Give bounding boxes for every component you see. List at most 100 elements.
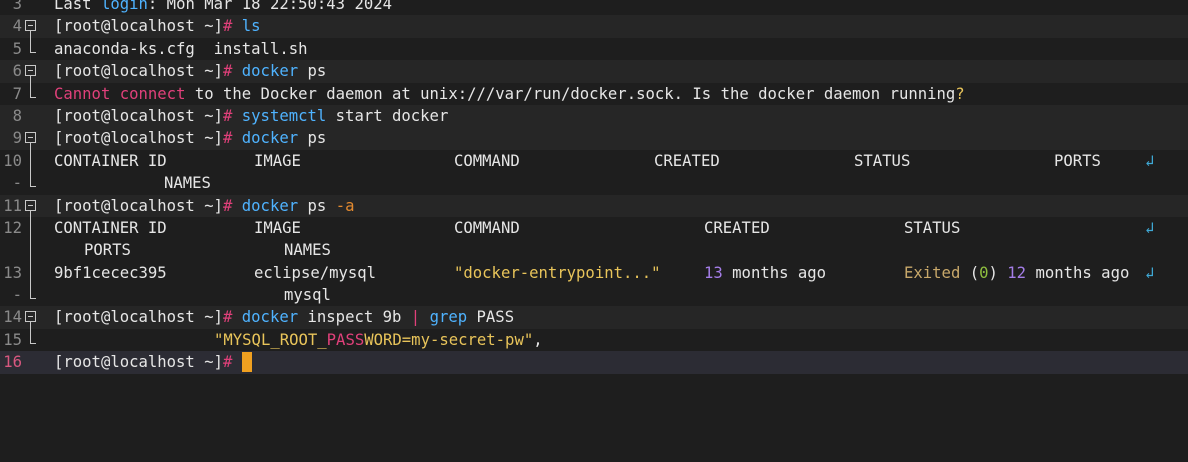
pipe: | <box>410 308 421 327</box>
prompt-line: [root@localhost ~]# systemctl start dock… <box>54 105 1188 127</box>
prompt: [root@localhost ~] <box>54 308 223 327</box>
column-header: NAMES <box>284 241 331 260</box>
text: , <box>533 330 543 349</box>
prompt-line: [root@localhost ~]# docker inspect 9b | … <box>54 306 1188 328</box>
match-highlight: PASS <box>326 330 365 349</box>
table-row-wrapped: - mysql <box>0 284 1188 306</box>
error-word: connect <box>119 84 186 103</box>
line-number: 4 <box>12 17 22 36</box>
text: months ago <box>1026 263 1130 282</box>
container-image: eclipse/mysql <box>254 263 377 282</box>
terminal-line-wrapped: - NAMES <box>0 172 1188 194</box>
terminal-line: 12 CONTAINER ID IMAGE COMMAND CREATED ST… <box>0 216 1188 240</box>
line-number: 3 <box>12 0 22 13</box>
column-header: IMAGE <box>254 218 301 237</box>
prompt: [root@localhost ~] <box>54 353 223 372</box>
container-id: 9bf1cecec395 <box>54 263 167 282</box>
wrap-arrow-icon: ↲ <box>1145 218 1155 237</box>
fold-end-icon <box>25 82 39 105</box>
string: "MYSQL_ROOT_ <box>214 330 327 349</box>
prompt-line: [root@localhost ~]# docker ps <box>54 60 1188 82</box>
fold-toggle-icon[interactable] <box>25 127 39 151</box>
column-header: IMAGE <box>254 151 301 170</box>
text: months ago <box>722 263 827 282</box>
table-row: 13 9bf1cecec395 eclipse/mysql "docker-en… <box>0 261 1188 285</box>
fold-line-icon <box>25 239 39 262</box>
line-number: 10 <box>3 151 22 170</box>
string: WORD=my-secret-pw" <box>364 330 534 349</box>
prompt: [root@localhost ~] <box>54 129 223 148</box>
column-header: PORTS <box>84 241 131 260</box>
command: grep <box>429 308 468 327</box>
argument: ps <box>307 196 327 215</box>
prompt-hash: # <box>223 17 233 36</box>
prompt: [root@localhost ~] <box>54 17 223 36</box>
exit-code: 0 <box>979 263 989 282</box>
number: 12 <box>997 263 1027 282</box>
wrap-arrow-icon: ↲ <box>1145 151 1155 170</box>
line-number: 14 <box>3 308 22 327</box>
fold-end-icon <box>25 172 39 194</box>
terminal-line: 11 [root@localhost ~]# docker ps -a <box>0 194 1188 218</box>
wrap-marker: - <box>12 286 22 305</box>
line-number: 6 <box>12 62 22 81</box>
punctuation: ? <box>955 84 965 103</box>
argument: ps <box>307 62 327 81</box>
fold-end-icon <box>25 328 39 351</box>
text: Last <box>54 0 101 13</box>
terminal-line: 3 Last login: Mon Mar 18 22:50:43 2024 <box>0 0 1188 15</box>
prompt-hash: # <box>223 62 233 81</box>
prompt-hash: # <box>223 308 233 327</box>
column-header: STATUS <box>904 218 961 237</box>
wrap-arrow-icon: ↲ <box>1145 263 1155 282</box>
column-header: COMMAND <box>454 151 520 170</box>
column-header: NAMES <box>164 174 211 193</box>
container-name: mysql <box>284 286 331 305</box>
fold-line-icon <box>25 261 39 285</box>
line-number: 7 <box>12 84 22 103</box>
text: ) <box>988 263 998 282</box>
fold-toggle-icon[interactable] <box>25 15 39 39</box>
command: docker <box>241 196 299 215</box>
terminal-line: 7 Cannot connect to the Docker daemon at… <box>0 82 1188 105</box>
prompt-hash: # <box>223 106 233 125</box>
column-header: CONTAINER ID <box>54 151 167 170</box>
prompt: [root@localhost ~] <box>54 106 223 125</box>
prompt-hash: # <box>223 353 233 372</box>
error-output: Cannot connect to the Docker daemon at u… <box>54 83 1188 105</box>
terminal-line: 9 [root@localhost ~]# docker ps <box>0 127 1188 151</box>
terminal-view[interactable]: 3 Last login: Mon Mar 18 22:50:43 2024 4… <box>0 0 1188 374</box>
prompt-line: [root@localhost ~]# docker ps -a <box>54 195 1188 217</box>
terminal-line-current[interactable]: 16 [root@localhost ~]# <box>0 351 1188 374</box>
container-created: 13 months ago <box>704 262 826 284</box>
column-header: CREATED <box>704 218 770 237</box>
fold-line-icon <box>25 149 39 173</box>
prompt-line: [root@localhost ~]# docker ps <box>54 127 1188 149</box>
line-number: 11 <box>3 196 22 215</box>
command: docker <box>241 308 299 327</box>
argument: inspect 9b <box>307 308 402 327</box>
command: systemctl <box>241 106 327 125</box>
line-number: 15 <box>3 330 22 349</box>
prompt-hash: # <box>223 196 233 215</box>
text: to the Docker daemon at unix:///var/run/… <box>185 84 956 103</box>
status-word: Exited <box>904 263 961 282</box>
fold-line-icon <box>25 216 39 240</box>
terminal-line: 15 "MYSQL_ROOT_PASSWORD=my-secret-pw", <box>0 328 1188 351</box>
command: ls <box>241 17 261 36</box>
prompt: [root@localhost ~] <box>54 196 223 215</box>
output: anaconda-ks.cfg install.sh <box>54 39 308 58</box>
prompt-line: [root@localhost ~]# ls <box>54 15 1188 37</box>
keyword: login <box>100 0 148 13</box>
fold-toggle-icon[interactable] <box>25 195 39 218</box>
fold-toggle-icon[interactable] <box>25 306 39 330</box>
line-number: 12 <box>3 218 22 237</box>
line-content: Last login: Mon Mar 18 22:50:43 2024 <box>54 0 1188 15</box>
fold-toggle-icon[interactable] <box>25 60 39 84</box>
terminal-line: 14 [root@localhost ~]# docker inspect 9b… <box>0 306 1188 330</box>
prompt-line: [root@localhost ~]# <box>54 351 1188 373</box>
terminal-line: 8 [root@localhost ~]# systemctl start do… <box>0 104 1188 128</box>
flag: -a <box>335 196 355 215</box>
column-header: COMMAND <box>454 218 520 237</box>
column-header: CREATED <box>654 151 720 170</box>
